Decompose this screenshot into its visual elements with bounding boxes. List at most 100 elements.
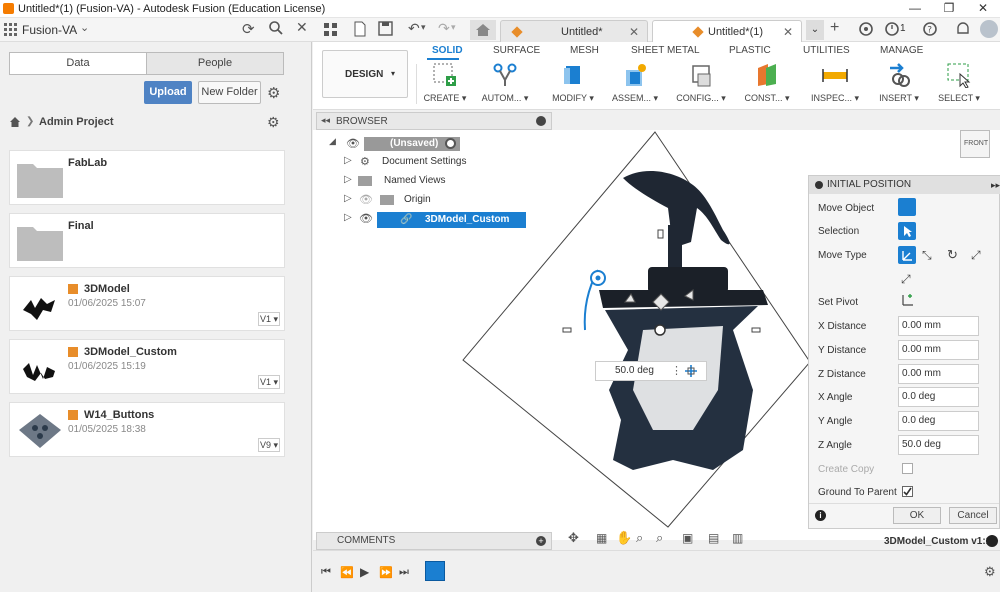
fit-icon[interactable]: ⌕ [656,530,663,546]
play-icon[interactable]: ▶ [360,565,369,579]
settings-gear-icon[interactable]: ⚙ [267,84,280,102]
ground-to-parent-checkbox[interactable] [902,486,913,497]
home-tab[interactable] [470,20,496,40]
angle-input-box[interactable]: 50.0 deg ⋮ [595,361,707,381]
home-icon[interactable] [9,116,21,128]
set-pivot-icon[interactable] [901,293,915,307]
comments-panel[interactable]: COMMENTS + [316,532,552,550]
zoom-icon[interactable]: ⌕ [636,530,643,546]
list-item-3dmodel[interactable]: 3DModel 01/06/2025 15:07 V1 ▾ [9,276,285,331]
configure-group[interactable]: CONFIG... ▾ [673,62,729,106]
new-tab-icon[interactable]: + [830,19,839,37]
collapse-arrow-icon[interactable]: ◢ [329,136,336,147]
tab-close-icon[interactable]: ✕ [783,25,793,39]
team-name[interactable]: Fusion-VA [22,23,77,37]
z-angle-input[interactable]: 50.0 deg [898,435,979,455]
tab-untitled[interactable]: Untitled* ✕ [500,20,648,42]
y-angle-input[interactable]: 0.0 deg [898,411,979,431]
version-badge[interactable]: V9 ▾ [258,438,280,452]
step-back-icon[interactable]: ⏪ [340,566,354,579]
construct-group[interactable]: CONST... ▾ [739,62,795,106]
maximize-button[interactable]: ❐ [932,0,966,18]
tab-overflow-icon[interactable]: ⌄ [806,20,824,40]
y-distance-input[interactable]: 0.00 mm [898,340,979,360]
expand-arrow-icon[interactable]: ▷ [344,155,352,166]
add-comment-icon[interactable]: + [536,536,546,546]
automate-group[interactable]: AUTOM... ▾ [479,62,531,106]
eye-hidden-icon[interactable]: 👁 [359,193,373,206]
tab-surface[interactable]: SURFACE [493,45,540,56]
timeline-feature-icon[interactable] [425,561,445,581]
free-move-button[interactable] [898,246,916,264]
ok-button[interactable]: OK [893,507,941,524]
info-icon[interactable]: i [815,510,826,521]
more-options-icon[interactable]: ⋮ [671,364,682,377]
go-to-start-icon[interactable]: ⏮ [321,566,331,579]
grid-settings-icon[interactable]: ▤ [708,531,719,545]
tab-mesh[interactable]: MESH [570,45,599,56]
redo-dropdown-icon[interactable]: ▾ [451,22,456,33]
project-settings-icon[interactable]: ⚙ [267,114,280,131]
modify-group[interactable]: MODIFY ▾ [545,62,601,106]
version-badge[interactable]: V1 ▾ [258,375,280,389]
tree-item-named-views[interactable]: ▷ Named Views [344,174,544,190]
tree-item-document-settings[interactable]: ▷ ⚙ Document Settings [344,155,544,171]
z-distance-input[interactable]: 0.00 mm [898,364,979,384]
viewcube[interactable]: FRONT [960,130,990,158]
upload-button[interactable]: Upload [144,81,192,104]
expand-dialog-icon[interactable]: ▸▸ [991,176,1000,194]
grid-icon[interactable] [323,22,339,38]
translate-icon[interactable]: ⤡ [922,248,932,263]
insert-group[interactable]: INSERT ▾ [871,62,927,106]
collapse-browser-icon[interactable]: ◂◂ [321,115,330,126]
browser-panel-header[interactable]: ◂◂ BROWSER [316,112,552,130]
selection-filter-icon[interactable] [986,535,998,547]
create-group[interactable]: CREATE ▾ [419,62,471,106]
redo-icon[interactable]: ↷ [438,20,450,37]
tab-close-icon[interactable]: ✕ [629,25,639,39]
orbit-icon[interactable]: ✥ [568,530,579,546]
move-object-body-button[interactable] [898,198,916,216]
create-copy-checkbox[interactable] [902,463,913,474]
save-icon[interactable] [378,21,394,37]
collapse-dialog-icon[interactable] [815,181,823,189]
assemble-group[interactable]: ASSEM... ▾ [607,62,663,106]
new-folder-button[interactable]: New Folder [198,81,261,104]
notification-icon[interactable] [955,20,971,38]
step-forward-icon[interactable]: ⏩ [379,566,393,579]
close-button[interactable]: ✕ [966,0,1000,18]
tab-untitled-1[interactable]: Untitled*(1) ✕ [652,20,802,42]
selection-button[interactable] [898,222,916,240]
file-icon[interactable] [352,21,368,37]
job-status-icon[interactable] [884,21,900,37]
extensions-icon[interactable] [858,21,874,37]
timeline-settings-icon[interactable]: ⚙ [984,564,996,580]
refresh-icon[interactable]: ⟳ [242,20,255,38]
browser-pin-icon[interactable] [536,116,546,126]
list-item-fablab[interactable]: FabLab [9,150,285,205]
expand-arrow-icon[interactable]: ▷ [344,212,352,223]
look-at-icon[interactable]: ▦ [596,531,607,545]
dialog-header[interactable]: INITIAL POSITION ▸▸ [809,176,1000,194]
display-settings-icon[interactable]: ▣ [682,531,693,545]
go-to-end-icon[interactable]: ⏭ [399,566,409,579]
breadcrumb-project[interactable]: Admin Project [39,116,114,128]
cancel-button[interactable]: Cancel [949,507,997,524]
search-icon[interactable] [268,20,284,36]
tree-item-origin[interactable]: ▷ 👁 Origin [344,193,544,209]
list-item-final[interactable]: Final [9,213,285,268]
tree-root[interactable]: ◢ 👁 (Unsaved) [329,136,549,152]
list-item-w14-buttons[interactable]: W14_Buttons 01/05/2025 18:38 V9 ▾ [9,402,285,457]
snap-icon[interactable] [684,364,698,378]
tab-sheet-metal[interactable]: SHEET METAL [631,45,700,56]
pan-icon[interactable]: ✋ [616,530,632,546]
tab-data[interactable]: Data [9,52,147,75]
expand-arrow-icon[interactable]: ▷ [344,193,352,204]
version-badge[interactable]: V1 ▾ [258,312,280,326]
team-dropdown-icon[interactable]: ⌄ [80,21,89,34]
eye-icon[interactable]: 👁 [359,212,373,225]
rotate-icon[interactable]: ↻ [947,247,958,263]
list-item-3dmodel-custom[interactable]: 3DModel_Custom 01/06/2025 15:19 V1 ▾ [9,339,285,394]
x-distance-input[interactable]: 0.00 mm [898,316,979,336]
close-data-panel-icon[interactable]: ✕ [296,19,308,36]
